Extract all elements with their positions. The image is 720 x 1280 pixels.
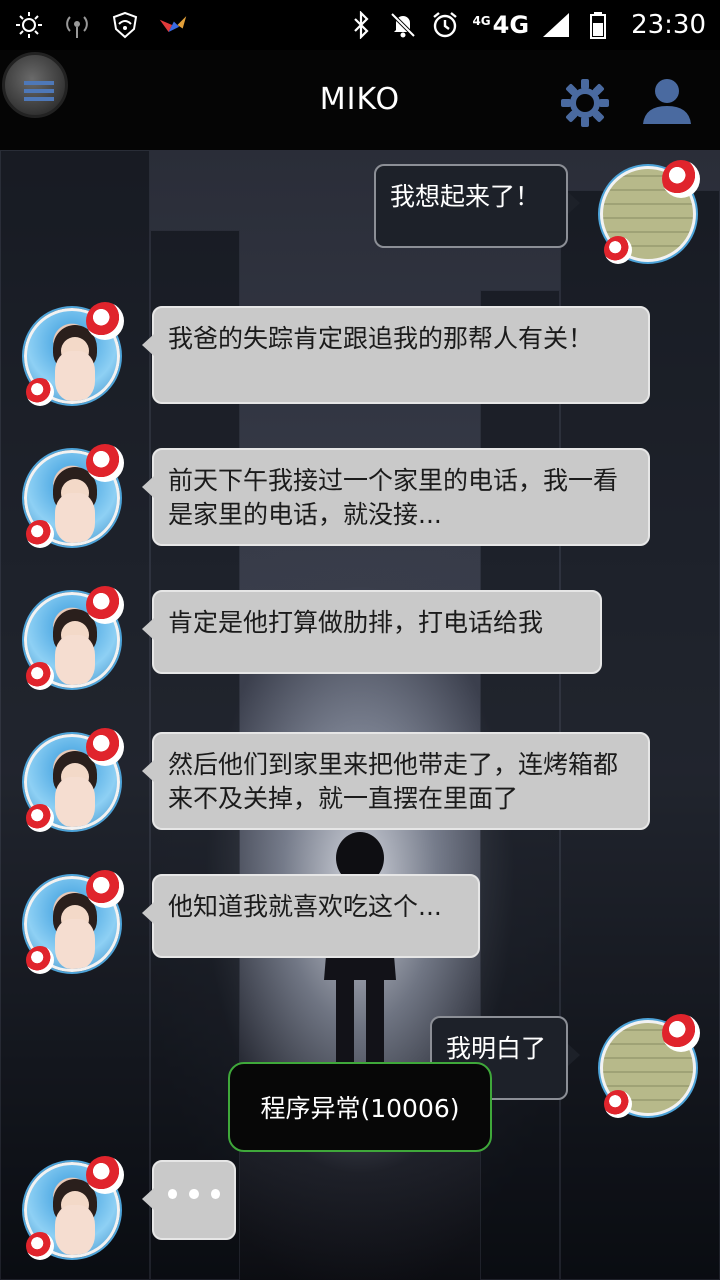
avatar-badge-icon: [662, 160, 700, 198]
avatar-badge-icon: [86, 870, 124, 908]
avatar-badge-icon: [86, 586, 124, 624]
profile-button[interactable]: [640, 76, 694, 126]
typing-indicator: [142, 1160, 236, 1240]
message-text: 我想起来了！: [390, 182, 541, 211]
mute-icon: [388, 10, 418, 40]
brightness-icon: [14, 10, 44, 40]
message-text: 他知道我就喜欢吃这个...: [168, 892, 442, 921]
message-row: 前天下午我接过一个家里的电话，我一看是家里的电话，就没接...: [0, 442, 720, 572]
message-row: 然后他们到家里来把他带走了，连烤箱都来不及关掉，就一直摆在里面了: [0, 726, 720, 856]
typing-dot: [189, 1189, 199, 1199]
message-text: 然后他们到家里来把他带走了，连烤箱都来不及关掉，就一直摆在里面了: [168, 750, 619, 813]
message-bubble[interactable]: 我想起来了！: [374, 164, 580, 248]
profile-icon: [643, 79, 691, 124]
avatar-badge-icon: [26, 662, 54, 690]
avatar-badge-icon: [86, 302, 124, 340]
battery-icon: [583, 10, 613, 40]
settings-button[interactable]: [560, 78, 610, 128]
avatar-badge-icon: [86, 728, 124, 766]
app-notification-icon: [158, 10, 188, 40]
avatar-badge-icon: [26, 520, 54, 548]
message-text: 我爸的失踪肯定跟追我的那帮人有关！: [168, 324, 594, 353]
avatar-badge-icon: [26, 946, 54, 974]
message-text: 我明白了: [446, 1034, 547, 1063]
avatar-badge-icon: [662, 1014, 700, 1052]
message-row: 我想起来了！: [0, 150, 720, 280]
message-text: 前天下午我接过一个家里的电话，我一看是家里的电话，就没接...: [168, 466, 619, 529]
app-bar: MIKO: [0, 50, 720, 150]
hotspot-icon: [62, 10, 92, 40]
toast-text: 程序异常(10006): [260, 1094, 460, 1123]
avatar-badge-icon: [26, 804, 54, 832]
vpn-shield-icon: [110, 10, 140, 40]
message-bubble[interactable]: 然后他们到家里来把他带走了，连烤箱都来不及关掉，就一直摆在里面了: [142, 732, 650, 830]
network-small-label: 4G: [472, 14, 491, 28]
gear-icon: [561, 79, 609, 127]
typing-dot: [210, 1189, 220, 1199]
avatar-badge-icon: [26, 378, 54, 406]
message-row: 他知道我就喜欢吃这个...: [0, 868, 720, 988]
avatar-badge-icon: [86, 1156, 124, 1194]
message-bubble[interactable]: 我爸的失踪肯定跟追我的那帮人有关！: [142, 306, 650, 404]
error-toast: 程序异常(10006): [228, 1062, 492, 1152]
message-row: 肯定是他打算做肋排，打电话给我: [0, 584, 720, 704]
bluetooth-icon: [346, 10, 376, 40]
message-row: 我爸的失踪肯定跟追我的那帮人有关！: [0, 300, 720, 430]
network-type-label: 4G: [492, 11, 530, 39]
status-bar: 4G 4G 23:30: [0, 0, 720, 50]
avatar-badge-icon: [26, 1232, 54, 1260]
avatar-badge-icon: [86, 444, 124, 482]
avatar-badge-icon: [604, 236, 632, 264]
message-row: [0, 1154, 720, 1280]
avatar-badge-icon: [604, 1090, 632, 1118]
signal-icon: [541, 10, 571, 40]
alarm-icon: [430, 10, 460, 40]
message-text: 肯定是他打算做肋排，打电话给我: [168, 608, 544, 637]
page-title: MIKO: [319, 82, 401, 117]
message-bubble[interactable]: 肯定是他打算做肋排，打电话给我: [142, 590, 602, 674]
message-bubble[interactable]: 他知道我就喜欢吃这个...: [142, 874, 480, 958]
typing-dot: [168, 1189, 178, 1199]
message-bubble[interactable]: 前天下午我接过一个家里的电话，我一看是家里的电话，就没接...: [142, 448, 650, 546]
clock: 23:30: [631, 10, 706, 40]
